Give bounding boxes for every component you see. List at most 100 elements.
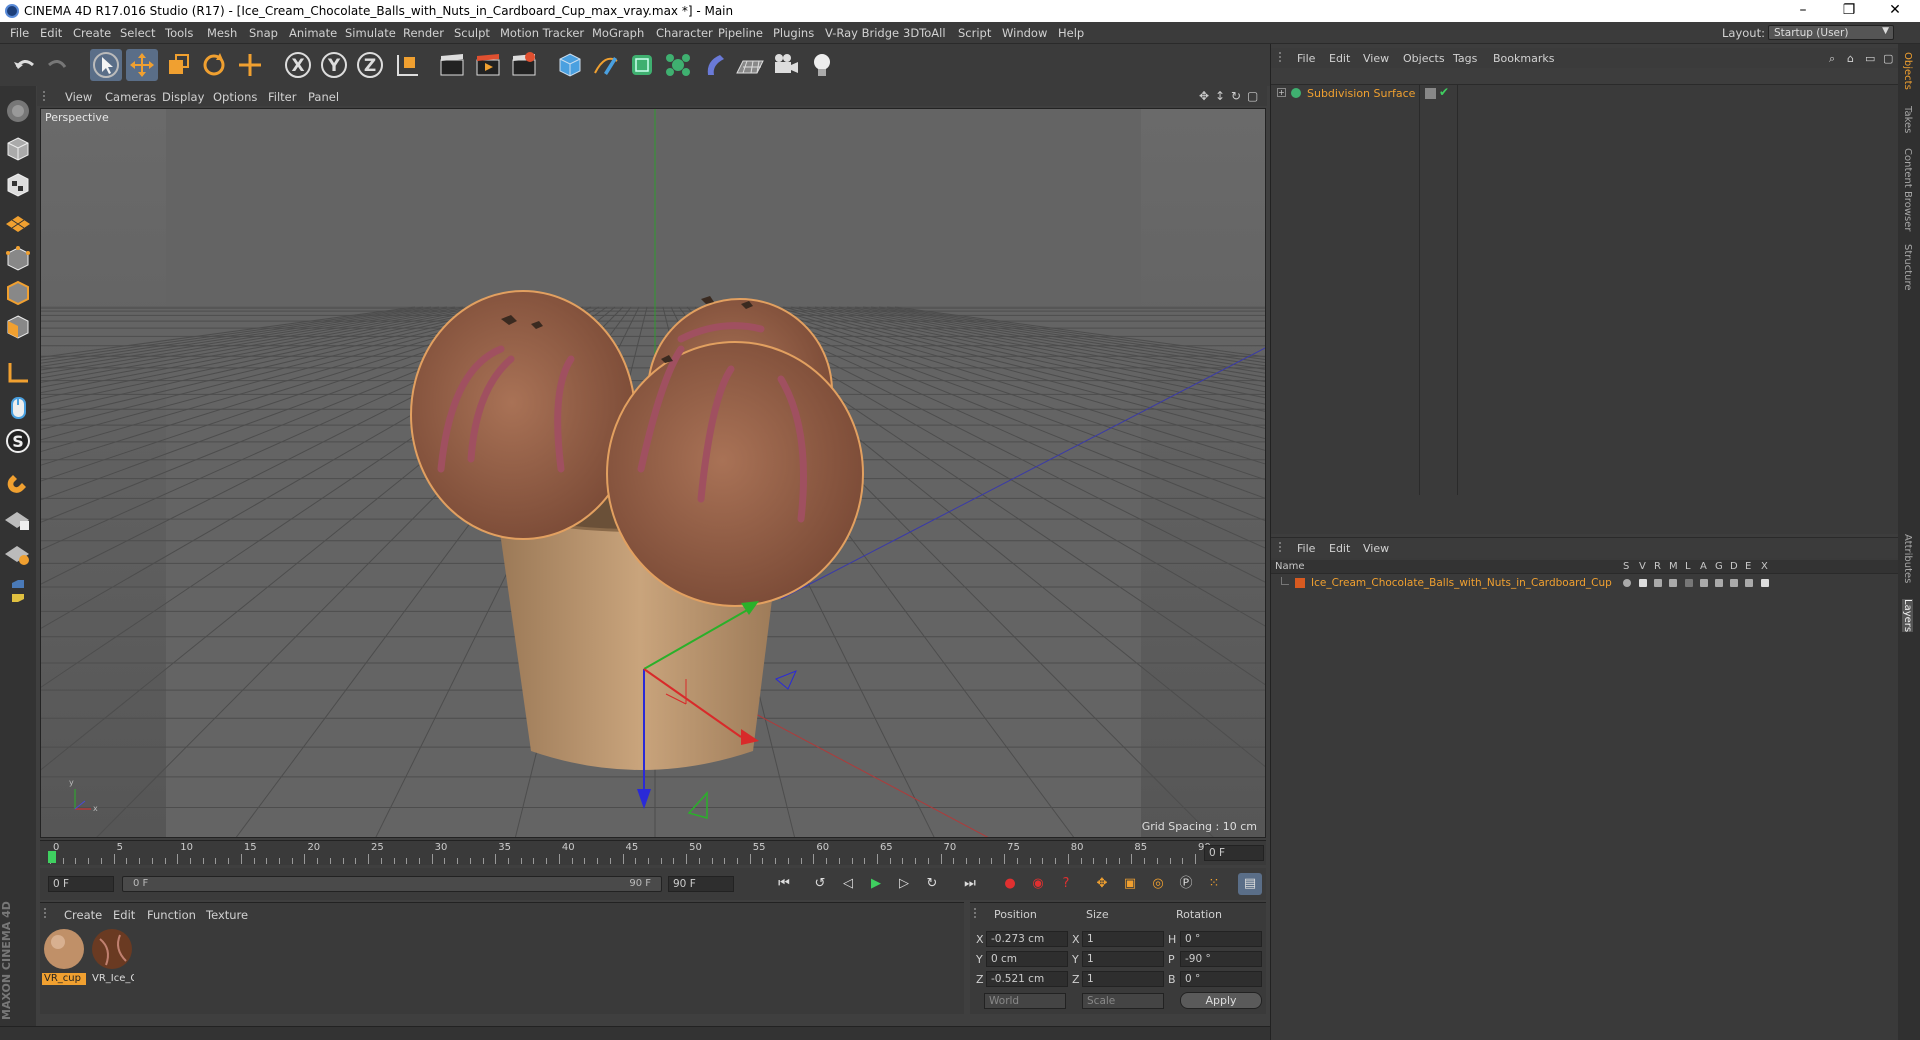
layer-color-icon[interactable] [1295, 578, 1305, 588]
subdivision-surface-button[interactable] [626, 49, 658, 81]
undo-button[interactable] [8, 49, 40, 81]
drag-handle-icon[interactable] [974, 908, 980, 918]
objects-menu-file[interactable]: File [1297, 52, 1315, 65]
points-mode-button[interactable] [3, 244, 33, 274]
manager-toggle-icon[interactable] [1669, 579, 1677, 587]
workplane-mode-button[interactable] [3, 204, 33, 234]
menu-tools[interactable]: Tools [165, 26, 193, 40]
tab-attributes[interactable]: Attributes [1902, 534, 1913, 583]
rotate-view-icon[interactable]: ↻ [1231, 89, 1241, 103]
pos-x-field[interactable]: -0.273 cm [986, 931, 1068, 947]
viewport-menu-cameras[interactable]: Cameras [105, 90, 156, 104]
make-editable-button[interactable] [3, 96, 33, 126]
render-settings-button[interactable] [508, 49, 540, 81]
end-frame-field[interactable]: 90 F [668, 876, 734, 892]
menu-file[interactable]: File [10, 26, 29, 40]
material-swatch-cup[interactable] [42, 927, 86, 971]
xref-toggle-icon[interactable] [1761, 579, 1769, 587]
key-parameter-button[interactable]: Ⓟ [1174, 873, 1198, 895]
drag-handle-icon[interactable] [44, 908, 50, 918]
viewport-menu-display[interactable]: Display [162, 90, 204, 104]
snap-button[interactable] [3, 468, 33, 498]
new-view-icon[interactable]: ▭ [1865, 52, 1875, 65]
play-button[interactable]: ▶ [864, 873, 888, 895]
move-tool-button[interactable] [126, 49, 158, 81]
tab-content-browser[interactable]: Content Browser [1902, 148, 1913, 231]
render-to-picture-viewer-button[interactable] [472, 49, 504, 81]
menu-snap[interactable]: Snap [249, 26, 278, 40]
objects-menu-tags[interactable]: Tags [1453, 52, 1477, 65]
home-icon[interactable]: ⌂ [1847, 52, 1854, 65]
size-mode-dropdown[interactable]: Scale [1082, 993, 1164, 1009]
layer-tag-icon[interactable] [1425, 88, 1436, 99]
start-frame-field[interactable]: 0 F [48, 876, 114, 892]
keyframe-selection-button[interactable]: ? [1054, 873, 1078, 895]
generator-toggle-icon[interactable] [1715, 579, 1723, 587]
viewport-menu-filter[interactable]: Filter [268, 90, 296, 104]
material-menu-texture[interactable]: Texture [206, 908, 248, 922]
menu-plugins[interactable]: Plugins [773, 26, 814, 40]
cloner-button[interactable] [662, 49, 694, 81]
texture-mode-button[interactable] [3, 170, 33, 200]
minimize-button[interactable]: – [1780, 0, 1826, 22]
go-to-end-button[interactable]: ⏭ [958, 873, 982, 895]
previous-keyframe-button[interactable]: ↺ [808, 873, 832, 895]
objects-menu-view[interactable]: View [1363, 52, 1389, 65]
tab-takes[interactable]: Takes [1902, 106, 1913, 133]
pos-y-field[interactable]: 0 cm [986, 951, 1068, 967]
rot-h-field[interactable]: 0 ° [1180, 931, 1262, 947]
tab-layers[interactable]: Layers [1902, 599, 1913, 633]
menu-3dtoall[interactable]: 3DToAll [903, 26, 946, 40]
python-button[interactable] [3, 576, 33, 606]
pos-z-field[interactable]: -0.521 cm [986, 971, 1068, 987]
z-axis-lock-button[interactable]: Z [354, 49, 386, 81]
maximize-panel-icon[interactable]: ▢ [1883, 52, 1893, 65]
perspective-viewport[interactable]: y x Perspective Grid Spacing : 10 cm [40, 108, 1266, 838]
material-swatch-ice-cream[interactable] [90, 927, 134, 971]
key-scale-button[interactable]: ▣ [1118, 873, 1142, 895]
axis-mode-button[interactable] [3, 358, 33, 388]
coordinate-mode-dropdown[interactable]: World [984, 993, 1066, 1009]
render-toggle-icon[interactable] [1654, 579, 1662, 587]
spline-pen-button[interactable] [590, 49, 622, 81]
autokey-button[interactable]: ◉ [1026, 873, 1050, 895]
visible-eye-icon[interactable] [1639, 579, 1647, 587]
drag-handle-icon[interactable] [1279, 542, 1285, 552]
tab-structure[interactable]: Structure [1902, 244, 1913, 291]
object-row-subdivision-surface[interactable]: + Subdivision Surface ✔ [1271, 85, 1899, 495]
material-menu-function[interactable]: Function [147, 908, 196, 922]
layers-menu-view[interactable]: View [1363, 542, 1389, 555]
apply-button[interactable]: Apply [1180, 992, 1262, 1009]
solo-toggle-icon[interactable] [1623, 579, 1631, 587]
size-z-field[interactable]: 1 [1082, 971, 1164, 987]
viewport-menu-view[interactable]: View [65, 90, 92, 104]
close-button[interactable]: ✕ [1872, 0, 1918, 22]
workplane-lock-button[interactable] [3, 504, 33, 534]
deformer-button[interactable] [698, 49, 730, 81]
edges-mode-button[interactable] [3, 278, 33, 308]
menu-help[interactable]: Help [1058, 26, 1084, 40]
camera-button[interactable] [770, 49, 802, 81]
objects-menu-edit[interactable]: Edit [1329, 52, 1350, 65]
menu-character[interactable]: Character [656, 26, 713, 40]
layout-dropdown[interactable]: Startup (User) ▼ [1768, 25, 1894, 40]
layers-menu-edit[interactable]: Edit [1329, 542, 1350, 555]
timeline-window-button[interactable]: ▤ [1238, 873, 1262, 895]
rot-p-field[interactable]: -90 ° [1180, 951, 1262, 967]
model-mode-button[interactable] [3, 134, 33, 164]
deformer-toggle-icon[interactable] [1730, 579, 1738, 587]
key-rotation-button[interactable]: ◎ [1146, 873, 1170, 895]
frame-range-slider[interactable]: 0 F 90 F [122, 876, 662, 892]
go-to-start-button[interactable]: ⏮ [772, 873, 796, 895]
menu-vray-bridge[interactable]: V-Ray Bridge [825, 26, 899, 40]
checkmark-icon[interactable]: ✔ [1439, 85, 1449, 99]
animation-toggle-icon[interactable] [1700, 579, 1708, 587]
previous-frame-button[interactable]: ◁ [836, 873, 860, 895]
select-tool-button[interactable] [90, 49, 122, 81]
menu-sculpt[interactable]: Sculpt [454, 26, 490, 40]
size-y-field[interactable]: 1 [1082, 951, 1164, 967]
rotate-tool-button[interactable] [198, 49, 230, 81]
menu-window[interactable]: Window [1002, 26, 1047, 40]
y-axis-lock-button[interactable]: Y [318, 49, 350, 81]
drag-handle-icon[interactable] [1279, 52, 1285, 62]
